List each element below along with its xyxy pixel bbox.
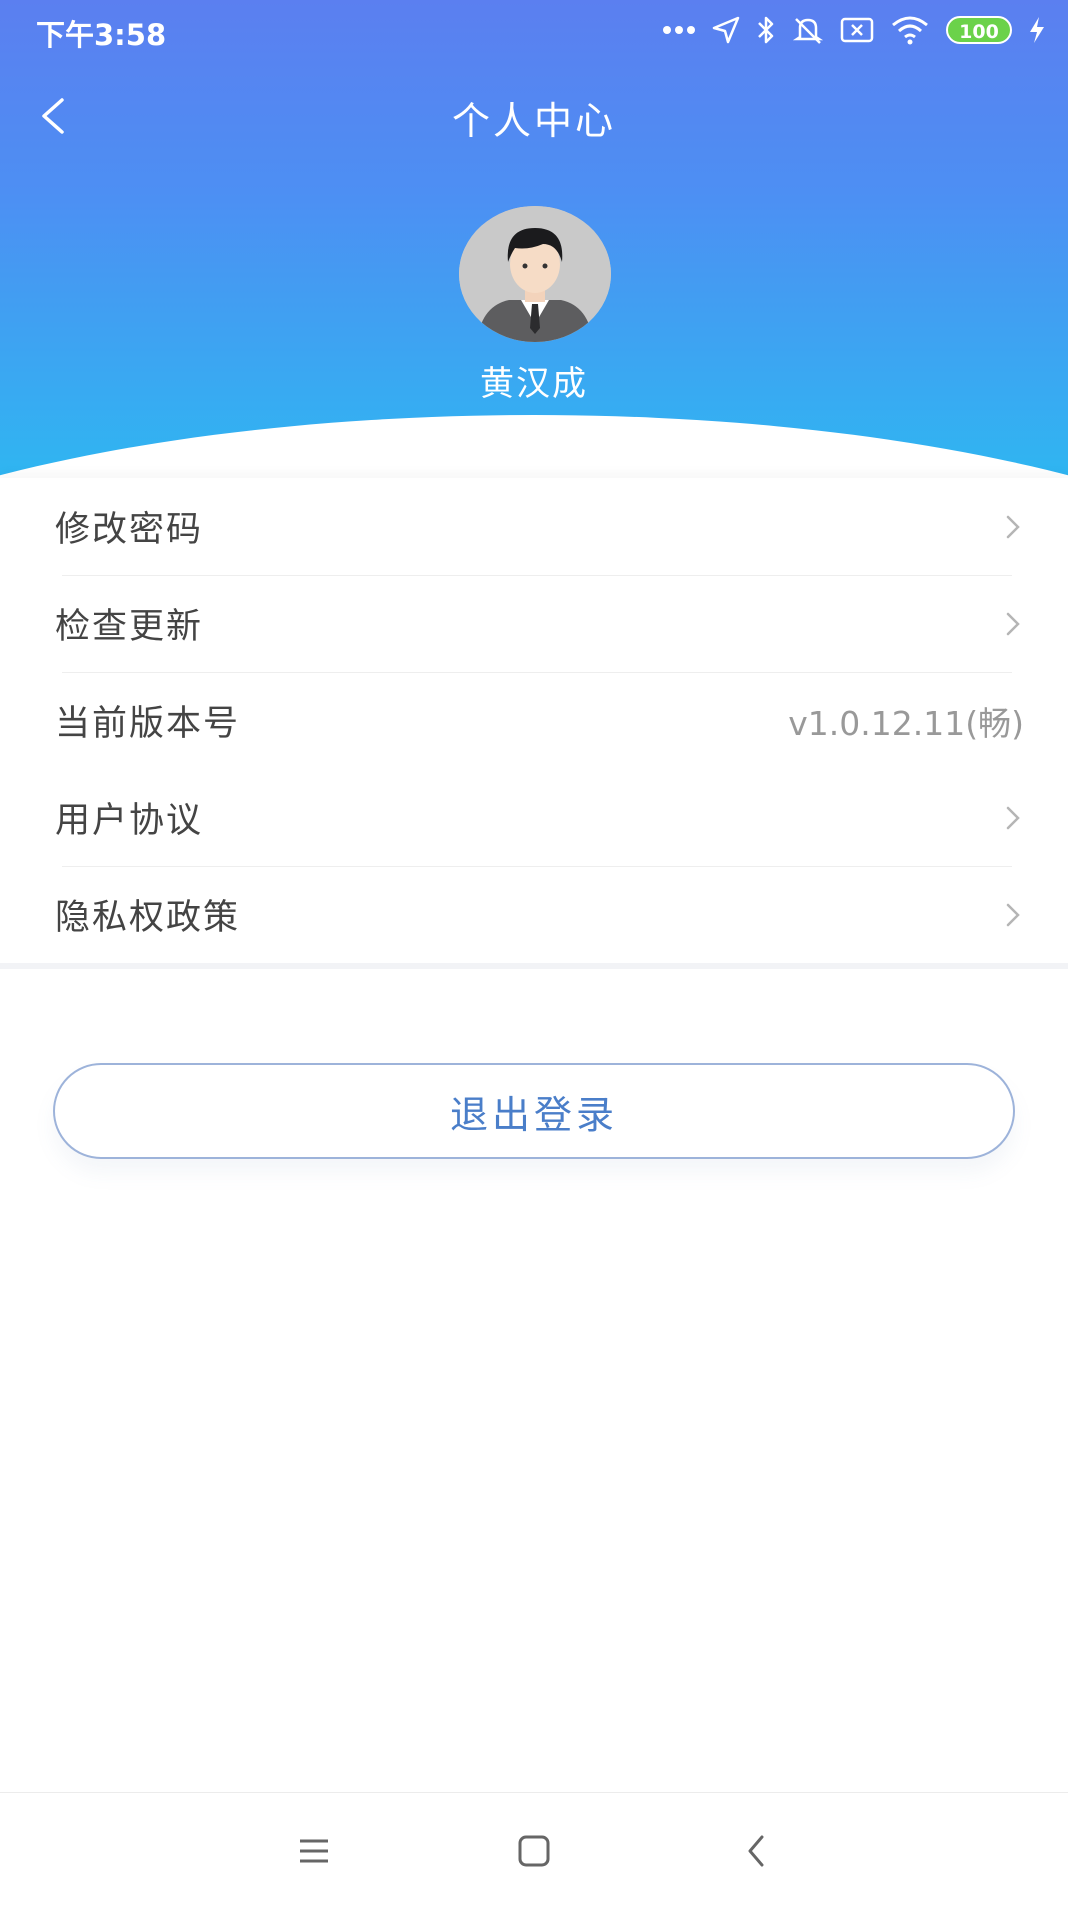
menu-item-user-agreement[interactable]: 用户协议 [0,769,1068,866]
menu-item-label: 用户协议 [55,801,204,841]
page-title: 个人中心 [451,99,616,143]
back-icon [748,1835,764,1867]
user-avatar-icon [459,206,611,342]
header-curve [0,415,1068,480]
charging-icon [1030,17,1044,43]
menu-button[interactable] [290,1829,338,1873]
version-value: v1.0.12.11(畅) [788,703,1024,743]
menu-item-privacy-policy[interactable]: 隐私权政策 [0,866,1068,963]
avatar[interactable] [459,206,611,342]
menu-item-label: 修改密码 [55,510,204,550]
home-button[interactable] [510,1829,558,1873]
menu-item-change-password[interactable]: 修改密码 [0,478,1068,575]
menu-item-label: 当前版本号 [55,704,241,744]
menu-item-version: 当前版本号 v1.0.12.11(畅) [0,672,1068,769]
chevron-right-icon [1006,515,1020,538]
chevron-right-icon [1006,806,1020,829]
chevron-right-icon [1006,903,1020,926]
bluetooth-icon [758,16,774,44]
logout-button[interactable]: 退出登录 [53,1063,1015,1159]
settings-menu: 修改密码 检查更新 当前版本号 v1.0.12.11(畅) 用户协议 隐私权政策 [0,478,1068,969]
status-icons: 100 [662,12,1046,48]
menu-item-label: 检查更新 [55,607,204,647]
status-time: 下午3:58 [36,18,167,52]
menu-item-check-update[interactable]: 检查更新 [0,575,1068,672]
chevron-right-icon [1006,612,1020,635]
battery-icon: 100 [946,16,1012,44]
menu-item-label: 隐私权政策 [55,898,241,938]
mute-icon [792,18,824,44]
sim-x-icon [840,17,874,43]
wifi-icon [892,16,928,45]
location-icon [712,16,740,44]
status-bar: 下午3:58 100 [0,0,1068,60]
system-back-button[interactable] [734,1829,782,1873]
menu-icon [300,1839,328,1863]
home-square-icon [518,1835,550,1867]
username: 黄汉成 [480,364,588,404]
more-dots-icon [663,26,695,34]
system-nav-bar [0,1792,1068,1908]
